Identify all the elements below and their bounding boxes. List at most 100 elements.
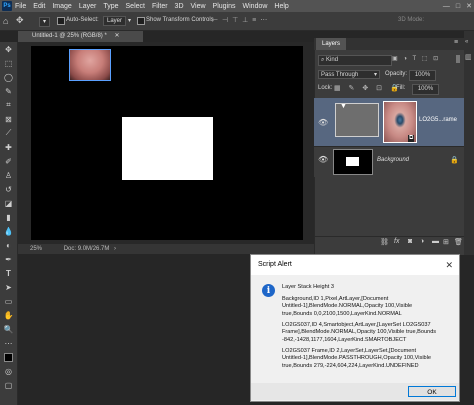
mask-icon[interactable]: ◙: [408, 238, 412, 245]
move-tool-icon[interactable]: ✥: [0, 42, 17, 56]
dodge-tool-icon[interactable]: ◐: [0, 238, 17, 252]
layer-filter-icons[interactable]: ▣ ◑ T ⬚ ⊡: [392, 55, 440, 62]
menu-window[interactable]: Window: [243, 3, 268, 10]
blend-mode-dropdown[interactable]: Pass Through ▾: [318, 70, 380, 79]
layers-tab[interactable]: Layers: [316, 38, 346, 50]
dialog-heading: Layer Stack Height 3: [282, 284, 334, 290]
align-icons[interactable]: ⊢ ⊣ ⊤ ⊥ ≡ ⋯: [212, 16, 268, 24]
frame-placeholder-rect[interactable]: [122, 117, 213, 180]
document-title: Untitled-1 @ 25% (RGB/8) *: [32, 33, 107, 39]
frame-tool-icon[interactable]: ⊠: [0, 112, 17, 126]
menu-image[interactable]: Image: [52, 3, 71, 10]
minimize-button[interactable]: —: [443, 3, 450, 10]
menu-type[interactable]: Type: [103, 3, 118, 10]
filter-toggle[interactable]: [456, 55, 460, 63]
auto-select-label: Auto-Select:: [66, 17, 99, 23]
rectangle-tool-icon[interactable]: ▭: [0, 294, 17, 308]
visibility-eye-icon[interactable]: 👁: [318, 118, 328, 127]
dialog-message-3: LO2GS037 Frame,ID 2,LayerSet,LayerSet,[D…: [282, 348, 432, 369]
menu-select[interactable]: Select: [126, 3, 145, 10]
panel-collapse-strip[interactable]: [464, 31, 474, 255]
pen-tool-icon[interactable]: ✒: [0, 252, 17, 266]
menu-plugins[interactable]: Plugins: [213, 3, 236, 10]
lock-icons[interactable]: ▦ ✎ ✥ ⊡ 🔒: [334, 84, 402, 92]
auto-select-target-dropdown[interactable]: Layer ▾: [103, 16, 131, 26]
layer-name[interactable]: Background: [377, 157, 409, 163]
hand-tool-icon[interactable]: ✋: [0, 308, 17, 322]
search-icon: ⌕: [321, 57, 325, 63]
filter-kind-dropdown[interactable]: ⌕ Kind: [318, 55, 392, 66]
collapse-panels-icon[interactable]: «: [465, 39, 468, 45]
panel-menu-icon[interactable]: ≡: [454, 39, 458, 46]
quick-mask-icon[interactable]: ◎: [0, 364, 17, 378]
move-tool-icon[interactable]: ✥: [16, 15, 24, 26]
auto-select-checkbox[interactable]: [57, 17, 65, 25]
clone-stamp-tool-icon[interactable]: ♙: [0, 168, 17, 182]
tools-panel: ✥ ⬚ ◯ ✎ ⌗ ⊠ ⟋ ✚ ✐ ♙ ↺ ◪ ▮ 💧 ◐ ✒ T ➤ ▭ ✋ …: [0, 42, 18, 405]
dialog-title-bar: Script Alert ✕: [251, 255, 459, 275]
tool-preset-dropdown[interactable]: ▾: [39, 17, 51, 27]
swatches-panel-icon[interactable]: ▥: [465, 53, 472, 61]
screen-mode-icon[interactable]: ▢: [0, 378, 17, 392]
info-icon: i: [262, 284, 275, 297]
lasso-tool-icon[interactable]: ◯: [0, 70, 17, 84]
dialog-message-2: LO2GS037,ID 4,Smartobject,ArtLayer,[Laye…: [282, 322, 437, 343]
quick-select-tool-icon[interactable]: ✎: [0, 84, 17, 98]
close-icon[interactable]: ✕: [445, 255, 453, 275]
crop-tool-icon[interactable]: ⌗: [0, 98, 17, 112]
type-tool-icon[interactable]: T: [0, 266, 17, 280]
doc-size-info: Doc: 9.0M/26.7M: [63, 246, 110, 252]
show-transform-checkbox[interactable]: [137, 17, 145, 25]
menu-bar: Ps File Edit Image Layer Type Select Fil…: [0, 0, 474, 12]
link-icon[interactable]: ⛓: [380, 238, 389, 246]
trash-icon[interactable]: 🗑: [454, 238, 463, 246]
menu-layer[interactable]: Layer: [79, 3, 97, 10]
menu-3d[interactable]: 3D: [175, 3, 184, 10]
zoom-tool-icon[interactable]: 🔍: [0, 322, 17, 336]
new-layer-icon[interactable]: ⊞: [443, 238, 449, 246]
maximize-button[interactable]: □: [456, 3, 460, 10]
ok-button[interactable]: OK: [408, 386, 456, 397]
lock-label: Lock:: [318, 85, 333, 91]
lock-icon: 🔒: [450, 157, 459, 164]
fill-label: Fill:: [396, 85, 406, 91]
opacity-field[interactable]: 100%: [409, 70, 436, 81]
more-tools-icon[interactable]: ⋯: [0, 336, 17, 350]
adjustment-icon[interactable]: ◑: [420, 238, 424, 245]
healing-brush-tool-icon[interactable]: ✚: [0, 140, 17, 154]
menu-edit[interactable]: Edit: [33, 3, 45, 10]
zoom-level[interactable]: 25%: [30, 246, 42, 252]
menu-view[interactable]: View: [191, 3, 206, 10]
marquee-tool-icon[interactable]: ⬚: [0, 56, 17, 70]
frame-icon: ▼: [340, 103, 347, 110]
home-icon[interactable]: ⌂: [3, 16, 8, 26]
color-swatches-icon[interactable]: [0, 350, 17, 364]
fill-field[interactable]: 100%: [412, 84, 439, 95]
3d-mode-label: 3D Mode:: [398, 17, 425, 23]
close-tab-icon[interactable]: ✕: [114, 33, 119, 39]
show-transform-label: Show Transform Controls: [146, 17, 214, 23]
smart-object-face-image[interactable]: [69, 49, 111, 81]
status-arrow-icon[interactable]: ›: [114, 246, 116, 252]
folder-icon[interactable]: ▬: [432, 238, 439, 245]
gradient-tool-icon[interactable]: ▮: [0, 210, 17, 224]
menu-file[interactable]: File: [15, 3, 26, 10]
window-controls: — □ ✕: [443, 0, 472, 12]
visibility-eye-icon[interactable]: 👁: [318, 155, 328, 164]
fx-icon[interactable]: fx: [394, 238, 399, 245]
blur-tool-icon[interactable]: 💧: [0, 224, 17, 238]
menu-help[interactable]: Help: [274, 3, 288, 10]
history-brush-tool-icon[interactable]: ↺: [0, 182, 17, 196]
dialog-message-1: Background,ID 1,Pixel,ArtLayer,[Document…: [282, 296, 413, 317]
close-window-button[interactable]: ✕: [466, 2, 472, 10]
menu-filter[interactable]: Filter: [152, 3, 168, 10]
photoshop-logo: Ps: [2, 1, 12, 11]
path-selection-tool-icon[interactable]: ➤: [0, 280, 17, 294]
layer-name[interactable]: LO2G5...rame: [419, 117, 457, 123]
eyedropper-tool-icon[interactable]: ⟋: [0, 126, 17, 140]
brush-tool-icon[interactable]: ✐: [0, 154, 17, 168]
document-tab[interactable]: Untitled-1 @ 25% (RGB/8) * ✕: [18, 31, 143, 42]
background-layer-thumbnail[interactable]: [333, 149, 373, 175]
options-bar: ⌂ ✥ ▾ Auto-Select: Layer ▾ Show Transfor…: [0, 12, 474, 31]
eraser-tool-icon[interactable]: ◪: [0, 196, 17, 210]
